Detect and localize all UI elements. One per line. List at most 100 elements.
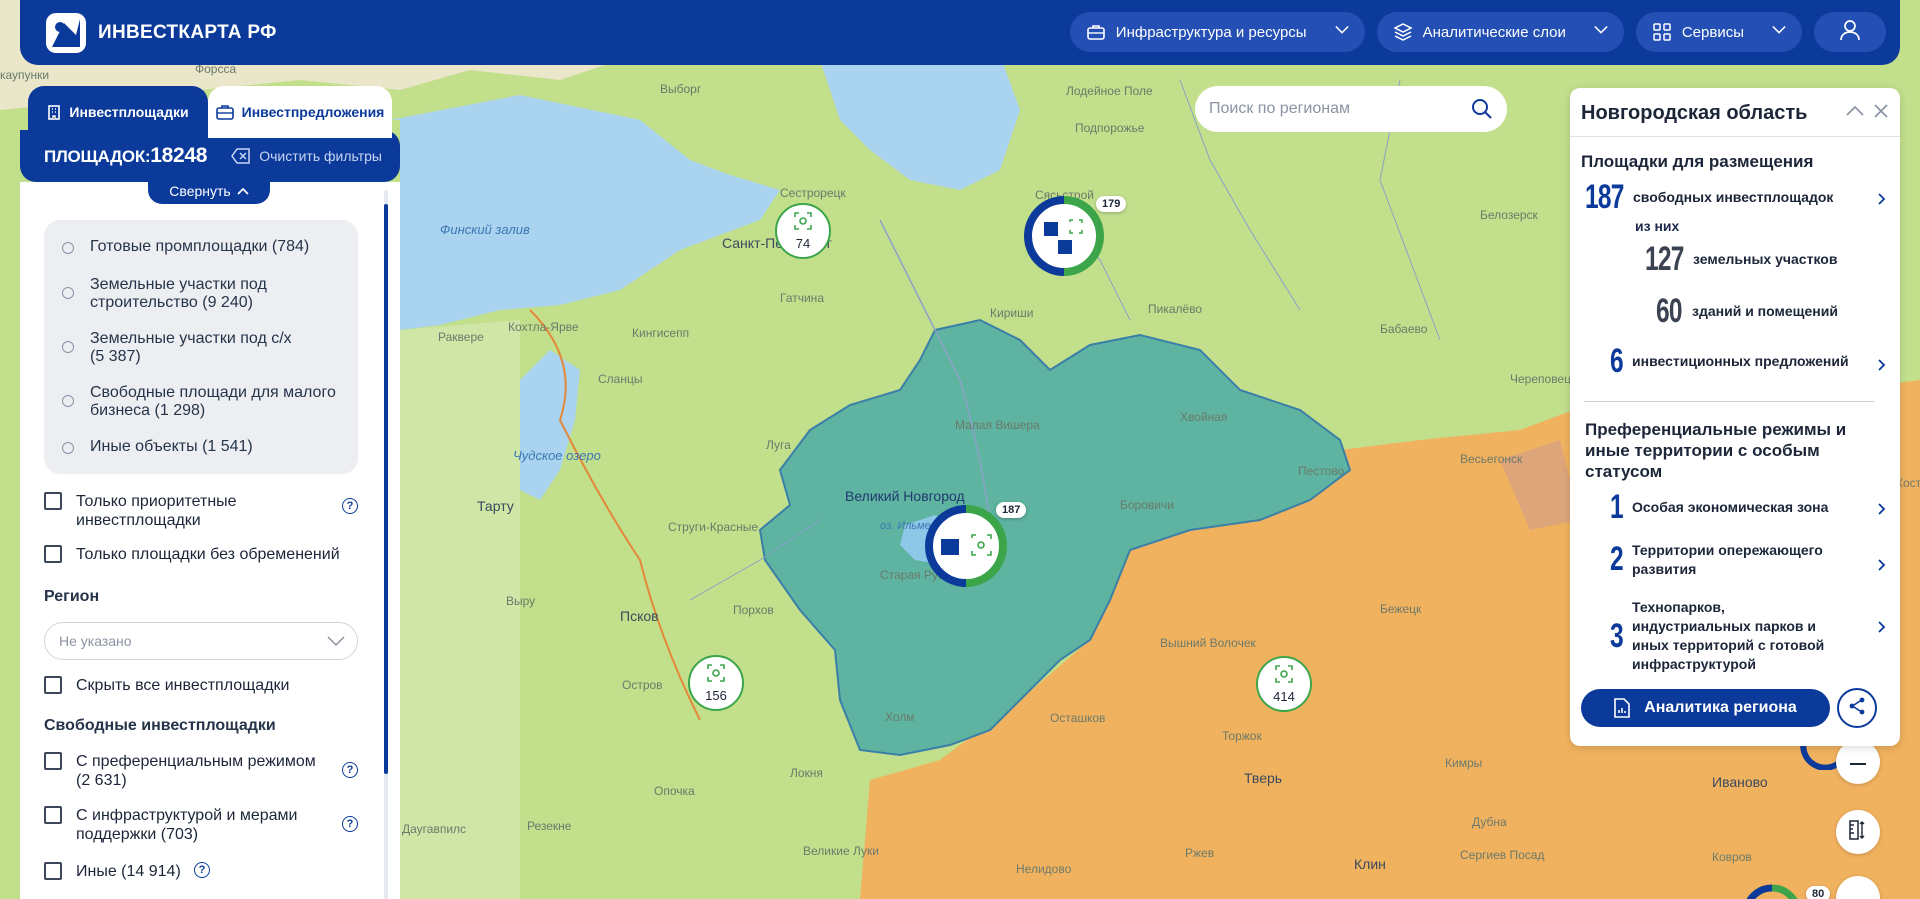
sites-count-value: 18248 bbox=[150, 144, 208, 167]
checkbox-label: С преференциальным режимом (2 631) bbox=[76, 753, 316, 789]
marker-novgorod-region[interactable] bbox=[925, 505, 1007, 592]
marker-leningrad-region[interactable] bbox=[1024, 196, 1104, 281]
help-icon[interactable]: ? bbox=[342, 498, 358, 514]
checkbox-box bbox=[44, 676, 62, 694]
preferential-title: Преференциальные режимы и иные территори… bbox=[1585, 420, 1847, 481]
checkbox-box bbox=[44, 492, 62, 510]
checkbox-box bbox=[44, 862, 62, 880]
map-label-kokhtla: Кохтла-Ярве bbox=[508, 320, 579, 334]
chevron-right-icon[interactable] bbox=[1878, 502, 1886, 520]
ruler-button[interactable] bbox=[1836, 810, 1880, 854]
marker-bottom[interactable] bbox=[1742, 884, 1802, 899]
sites-count: ПЛОЩАДОК:18248 bbox=[44, 144, 207, 168]
stat-label: Территории опережающего развития bbox=[1632, 541, 1823, 577]
chevron-right-icon[interactable] bbox=[1878, 558, 1886, 576]
stat-label: инвестиционных предложений bbox=[1632, 353, 1849, 369]
chevron-down-icon bbox=[327, 634, 345, 650]
scan-icon bbox=[793, 211, 813, 236]
checkbox-priority[interactable]: Только приоритетные инвестплощадки bbox=[44, 492, 276, 530]
radio-ready-industrial[interactable]: Готовые промплощадки (784) bbox=[62, 238, 350, 256]
tab-invest-offers[interactable]: Инвестпредложения bbox=[208, 86, 392, 138]
map-label-pestovo: Пестово bbox=[1298, 464, 1345, 478]
radio-other[interactable]: Иные объекты (1 541) bbox=[62, 438, 350, 456]
help-icon[interactable]: ? bbox=[342, 816, 358, 832]
radio-land-construction[interactable]: Земельные участки под строительство (9 2… bbox=[62, 276, 350, 312]
map-label-dubna: Дубна bbox=[1472, 815, 1507, 829]
checkbox-other[interactable]: Иные (14 914) bbox=[44, 862, 181, 881]
stat-free-sites[interactable]: 187 свободных инвестплощадок bbox=[1585, 178, 1833, 217]
collapse-label: Свернуть bbox=[169, 183, 231, 199]
nav-analytic-layers[interactable]: Аналитические слои bbox=[1376, 12, 1624, 52]
nav-infrastructure-label: Инфраструктура и ресурсы bbox=[1115, 23, 1307, 41]
checkbox-no-encumbrance[interactable]: Только площадки без обременений bbox=[44, 545, 340, 564]
tab-invest-sites[interactable]: Инвестплощадки bbox=[28, 86, 208, 138]
map-label-kaupunki: каупунки bbox=[0, 68, 50, 82]
stat-label: свободных инвестплощадок bbox=[1633, 189, 1834, 205]
search-icon[interactable] bbox=[1471, 98, 1493, 125]
nav-infrastructure[interactable]: Инфраструктура и ресурсы bbox=[1069, 12, 1365, 52]
nav-services[interactable]: Сервисы bbox=[1635, 12, 1802, 52]
region-search-input[interactable] bbox=[1209, 100, 1459, 118]
map-label-luga: Луга bbox=[766, 438, 791, 452]
checkbox-hide-all[interactable]: Скрыть все инвестплощадки bbox=[44, 676, 289, 695]
chevron-up-icon bbox=[237, 187, 249, 195]
scan-icon bbox=[706, 663, 726, 688]
scrollbar-thumb[interactable] bbox=[384, 204, 388, 774]
stat-number: 127 bbox=[1645, 240, 1684, 278]
chevron-right-icon[interactable] bbox=[1878, 620, 1886, 638]
radio-dot bbox=[62, 287, 74, 299]
stat-sez[interactable]: 1 Особая экономическая зона bbox=[1610, 488, 1828, 527]
help-icon[interactable]: ? bbox=[342, 762, 358, 778]
map-label-loknya: Локня bbox=[790, 766, 823, 780]
chevron-right-icon[interactable] bbox=[1878, 358, 1886, 376]
help-icon[interactable]: ? bbox=[194, 862, 210, 878]
close-icon[interactable] bbox=[1874, 104, 1888, 123]
chevron-down-icon bbox=[1594, 25, 1608, 39]
stat-number: 1 bbox=[1610, 488, 1624, 526]
nav-analytic-layers-label: Аналитические слои bbox=[1422, 23, 1566, 41]
map-label-bezhetsk: Бежецк bbox=[1380, 602, 1422, 616]
stat-tor[interactable]: 2 Территории опережающего развития bbox=[1610, 540, 1832, 579]
collapse-button[interactable]: Свернуть bbox=[148, 178, 270, 204]
map-label-veliky-novgorod: Великий Новгород bbox=[845, 488, 965, 504]
checkbox-label: Только приоритетные инвестплощадки bbox=[76, 493, 237, 529]
zoom-out-button[interactable] bbox=[1836, 740, 1880, 784]
stat-number: 2 bbox=[1610, 540, 1624, 578]
map-label-rezekne: Резекне bbox=[527, 819, 572, 833]
radio-small-business[interactable]: Свободные площади для малого бизнеса (1 … bbox=[62, 384, 350, 420]
radio-label: Земельные участки под строительство (9 2… bbox=[90, 276, 267, 311]
tab-invest-sites-label: Инвестплощадки bbox=[69, 104, 189, 120]
radio-land-agri[interactable]: Земельные участки под с/х (5 387) bbox=[62, 330, 300, 366]
clear-filters-button[interactable]: Очистить фильтры bbox=[231, 148, 382, 164]
stat-label: зданий и помещений bbox=[1692, 303, 1838, 319]
checkbox-infrastructure[interactable]: С инфраструктурой и мерами поддержки (70… bbox=[44, 806, 316, 844]
map-label-kingisepp: Кингисепп bbox=[632, 326, 690, 340]
stat-offers[interactable]: 6 инвестиционных предложений bbox=[1610, 342, 1849, 381]
map-label-vyborg: Выборг bbox=[660, 82, 702, 96]
top-header: ИНВЕСТКАРТА РФ Инфраструктура и ресурсы … bbox=[20, 0, 1900, 65]
marker-pskov[interactable]: 156 bbox=[688, 655, 744, 711]
marker-spb[interactable]: 74 bbox=[775, 203, 831, 259]
user-icon bbox=[1840, 19, 1860, 46]
map-label-daugavpils: Даугавпилс bbox=[402, 822, 467, 836]
map-label-khvoinaya: Хвойная bbox=[1180, 410, 1228, 424]
marker-count: 156 bbox=[705, 688, 727, 703]
clear-icon bbox=[231, 148, 251, 164]
checkbox-preferential[interactable]: С преференциальным режимом (2 631) bbox=[44, 752, 316, 790]
map-label-malaya-vishera: Малая Вишера bbox=[955, 418, 1040, 432]
region-select[interactable]: Не указано bbox=[44, 622, 358, 660]
share-button[interactable] bbox=[1837, 688, 1877, 728]
chevron-up-icon[interactable] bbox=[1846, 104, 1864, 123]
chevron-right-icon[interactable] bbox=[1878, 192, 1886, 210]
region-info-panel: Новгородская область Площадки для размещ… bbox=[1570, 88, 1900, 746]
logo[interactable]: ИНВЕСТКАРТА РФ bbox=[46, 12, 277, 53]
grid-icon bbox=[1652, 22, 1672, 42]
region-analytics-button[interactable]: Аналитика региона bbox=[1581, 689, 1830, 727]
radio-dot bbox=[62, 395, 74, 407]
map-label-struga: Струги-Красные bbox=[668, 520, 759, 534]
map-label-chudskoe: Чудское озеро bbox=[513, 448, 601, 463]
radio-dot bbox=[62, 442, 74, 454]
user-button[interactable] bbox=[1814, 12, 1886, 52]
stat-technoparks[interactable]: 3 Технопарков, индустриальных парков и и… bbox=[1610, 598, 1837, 674]
marker-tver[interactable]: 414 bbox=[1256, 656, 1312, 712]
